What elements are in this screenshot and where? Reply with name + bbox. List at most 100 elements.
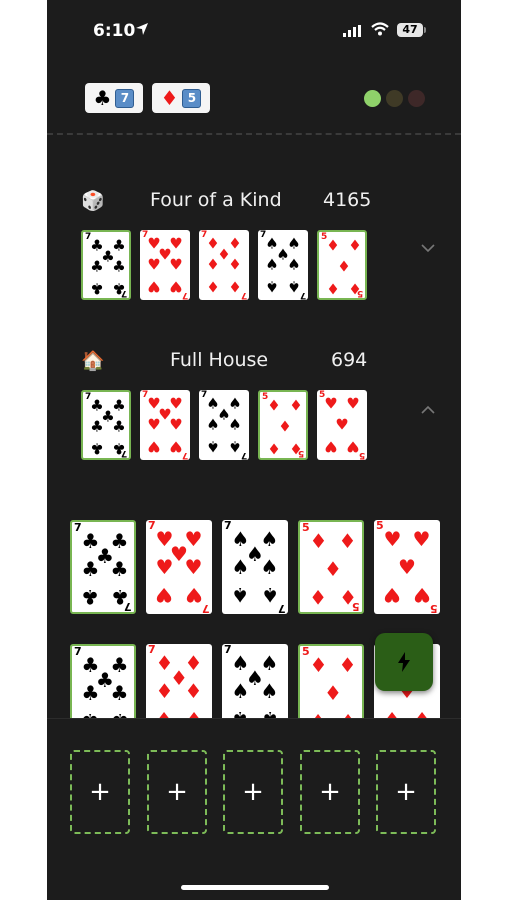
suit-pip-icon: ♣ [90,257,104,276]
suit-pip-icon: ♦ [309,652,328,677]
suit-pip-icon: ♦ [156,707,174,718]
suit-pip-icon: ♠ [287,277,301,296]
playing-card[interactable]: 55♦♦♦♦♦ [298,644,364,718]
diamonds-suit-icon: ♦ [160,86,179,110]
suit-pip-icon: ♠ [261,707,279,718]
suit-pip-icon: ♥ [169,277,183,296]
divider [47,133,461,135]
filter-chip-diamonds[interactable]: ♦ 5 [152,83,210,113]
suit-pip-icon: ♠ [231,583,250,608]
playing-card[interactable]: 7 7 ♥ ♥ ♥ ♥ ♥ ♥ ♥ [140,230,190,300]
suit-pip-icon: ♦ [384,707,402,718]
suit-pip-icon: ♦ [289,439,303,458]
suit-pip-icon: ♥ [398,555,416,579]
suit-pip-icon: ♥ [169,437,183,456]
playing-card[interactable]: 77♠♠♠♠♠♠♠ [258,230,308,300]
suit-pip-icon: ♣ [110,681,129,705]
filter-chip-count: 7 [115,88,135,108]
playing-card[interactable]: 77♣♣♣♣♣♣♣ [81,390,131,460]
playing-card[interactable]: 77♣♣♣♣♣♣♣ [81,230,131,300]
hand-score: 694 [331,349,368,371]
suit-pip-icon: ♥ [169,255,183,274]
suit-pip-icon: ♦ [228,277,242,296]
suit-pip-icon: ♥ [147,277,161,296]
suit-pip-icon: ♦ [185,707,203,718]
empty-card-slot[interactable]: + [147,750,207,834]
card-rank: 7 [202,602,210,614]
quick-action-button[interactable] [375,633,433,691]
empty-card-slot[interactable]: + [223,750,283,834]
playing-card[interactable]: 55♦♦♦♦♦ [317,230,367,300]
hand-name: Full House [170,349,269,371]
suit-pip-icon: ♥ [147,415,161,434]
card-rank: 7 [74,521,82,534]
status-dot [386,90,403,107]
suit-pip-icon: ♣ [110,585,129,610]
suit-pip-icon: ♠ [260,583,279,608]
battery-level: 47 [397,23,423,37]
battery-icon [424,27,426,33]
suit-pip-icon: ♠ [287,255,301,274]
playing-card[interactable]: 55♦♦♦♦♦ [298,520,364,614]
suit-pip-icon: ♥ [412,526,431,551]
playing-card[interactable]: 55♦♦♦♦♦ [258,390,308,460]
suit-pip-icon: ♥ [155,555,174,579]
suit-pip-icon: ♣ [90,439,104,458]
playing-card[interactable]: 5 5 ♥ ♥ ♥ ♥ ♥ [374,520,440,614]
suit-pip-icon: ♦ [289,396,303,415]
card-rank: 5 [302,645,310,658]
suit-pip-icon: ♦ [339,709,357,718]
playing-card[interactable]: 77♠♠♠♠♠♠♠ [222,644,288,718]
playing-card[interactable]: 77♦♦♦♦♦♦♦ [146,644,212,718]
playing-card[interactable]: 77♣♣♣♣♣♣♣ [70,644,136,718]
wifi-icon [371,22,389,36]
chevron-down-icon[interactable] [421,244,435,253]
empty-card-slot[interactable]: + [376,750,436,834]
suit-pip-icon: ♦ [326,279,340,298]
suit-pip-icon: ♠ [206,415,220,434]
suit-pip-icon: ♦ [337,257,351,276]
suit-pip-icon: ♣ [90,279,104,298]
status-bar: 6:10 47 [47,0,461,60]
suit-pip-icon: ♣ [111,709,129,718]
suit-pip-icon: ♣ [81,681,100,705]
suit-pip-icon: ♦ [338,585,357,610]
chevron-up-icon[interactable] [421,405,435,414]
suit-pip-icon: ♥ [169,415,183,434]
playing-card[interactable]: 7 7 ♥ ♥ ♥ ♥ ♥ ♥ ♥ [146,520,212,614]
suit-pip-icon: ♥ [383,583,402,608]
playing-card[interactable]: 77♠♠♠♠♠♠♠ [199,390,249,460]
empty-card-slot[interactable]: + [70,750,130,834]
suit-pip-icon: ♠ [228,415,242,434]
suit-pip-icon: ♠ [231,679,250,703]
suit-pip-icon: ♥ [147,255,161,274]
suit-pip-icon: ♣ [112,439,126,458]
location-arrow-icon [136,23,148,35]
playing-card[interactable]: 7 7 ♥ ♥ ♥ ♥ ♥ ♥ ♥ [140,390,190,460]
hand-name: Four of a Kind [150,189,282,211]
suit-pip-icon: ♦ [228,255,242,274]
playing-card[interactable]: 77♦♦♦♦♦♦♦ [199,230,249,300]
suit-pip-icon: ♥ [155,583,174,608]
suit-pip-icon: ♠ [260,555,279,579]
playing-card[interactable]: 5 5 ♥ ♥ ♥ ♥ ♥ [317,390,367,460]
suit-pip-icon: ♦ [338,528,357,553]
card-rank: 5 [376,520,384,532]
filter-chip-count: 5 [182,88,202,108]
playing-card[interactable]: 77♣♣♣♣♣♣♣ [70,520,136,614]
suit-pip-icon: ♣ [81,585,100,610]
suit-pip-icon: ♠ [260,679,279,703]
suit-pip-icon: ♥ [324,394,338,413]
empty-card-slot[interactable]: + [300,750,360,834]
suit-pip-icon: ♥ [383,526,402,551]
lightning-icon [398,652,410,672]
suit-pip-icon: ♦ [324,681,342,705]
suit-pip-icon: ♦ [326,236,340,255]
suit-pip-icon: ♣ [82,709,100,718]
filter-chip-clubs[interactable]: ♣ 7 [85,83,143,113]
suit-pip-icon: ♣ [110,557,129,581]
suit-pip-icon: ♥ [184,583,203,608]
suit-pip-icon: ♦ [278,417,292,436]
playing-card[interactable]: 77♠♠♠♠♠♠♠ [222,520,288,614]
bottom-divider [47,718,461,719]
